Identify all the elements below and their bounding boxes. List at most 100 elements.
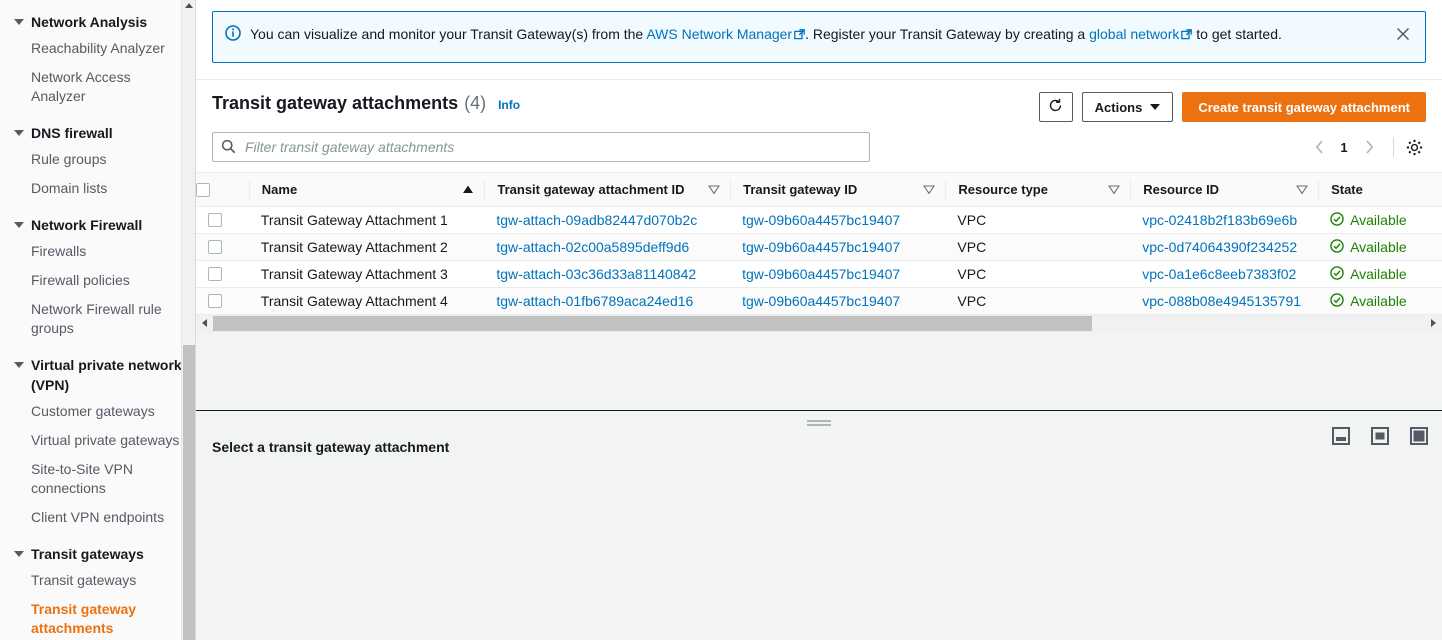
- actions-dropdown-button[interactable]: Actions: [1081, 92, 1174, 122]
- sidebar-group-transit-gateways[interactable]: Transit gateways: [0, 544, 196, 564]
- caret-down-icon: [14, 220, 24, 230]
- sidebar-item-label: Firewall policies: [31, 272, 130, 288]
- column-header-transit-gateway-id[interactable]: Transit gateway ID: [730, 172, 946, 207]
- horizontal-scroll-track[interactable]: [213, 315, 1425, 332]
- panel-bottom-icon[interactable]: [1332, 427, 1350, 445]
- sort-ascending-icon: [462, 182, 474, 197]
- column-header-attachment-id[interactable]: Transit gateway attachment ID: [484, 172, 731, 207]
- split-panel-layout-buttons: [1332, 427, 1428, 445]
- transit-gateway-attachments-panel: Transit gateway attachments (4) Info Act…: [196, 79, 1442, 410]
- info-link[interactable]: Info: [498, 94, 520, 116]
- cell-resource-type: VPC: [945, 287, 1131, 315]
- sidebar-item-virtual-private-gateways[interactable]: Virtual private gateways: [0, 426, 196, 455]
- sidebar-group-vpn[interactable]: Virtual private network (VPN): [0, 355, 196, 395]
- sidebar-group-network-analysis[interactable]: Network Analysis: [0, 12, 196, 32]
- select-all-header: [196, 172, 249, 207]
- table-row[interactable]: Transit Gateway Attachment 4 tgw-attach-…: [196, 287, 1442, 315]
- chevron-left-icon[interactable]: [1305, 133, 1333, 161]
- gear-icon[interactable]: [1402, 135, 1426, 159]
- attachment-id-link[interactable]: tgw-attach-09adb82447d070b2c: [496, 212, 697, 228]
- sidebar-item-firewalls[interactable]: Firewalls: [0, 237, 196, 266]
- column-header-resource-id[interactable]: Resource ID: [1130, 172, 1319, 207]
- status-badge: Available: [1350, 293, 1407, 309]
- sidebar-group-dns-firewall[interactable]: DNS firewall: [0, 123, 196, 143]
- transit-gateway-id-link[interactable]: tgw-09b60a4457bc19407: [742, 266, 900, 282]
- status-badge: Available: [1350, 266, 1407, 282]
- sidebar-item-reachability-analyzer[interactable]: Reachability Analyzer: [0, 34, 196, 63]
- attachment-id-link[interactable]: tgw-attach-03c36d33a81140842: [496, 266, 696, 282]
- cell-attachment-id: tgw-attach-03c36d33a81140842: [484, 260, 731, 288]
- sidebar-item-firewall-policies[interactable]: Firewall policies: [0, 266, 196, 295]
- sidebar-item-label: Transit gateway attachments: [31, 601, 137, 636]
- sort-icon: [708, 182, 721, 197]
- cell-resource-type: VPC: [945, 260, 1131, 288]
- sidebar-item-client-vpn-endpoints[interactable]: Client VPN endpoints: [0, 503, 196, 532]
- search-input[interactable]: [212, 132, 870, 162]
- cell-resource-type: VPC: [945, 206, 1131, 234]
- main-content: You can visualize and monitor your Trans…: [196, 0, 1442, 640]
- global-network-link[interactable]: global network: [1089, 26, 1179, 42]
- transit-gateway-id-link[interactable]: tgw-09b60a4457bc19407: [742, 212, 900, 228]
- row-checkbox[interactable]: [208, 267, 222, 281]
- table-body: Transit Gateway Attachment 1 tgw-attach-…: [196, 206, 1442, 315]
- pagination-divider: [1393, 137, 1394, 157]
- vpc-console-page: Network Analysis Reachability Analyzer N…: [0, 0, 1442, 640]
- split-panel-title: Select a transit gateway attachment: [212, 439, 450, 455]
- scroll-left-arrow-icon[interactable]: [196, 315, 213, 332]
- horizontal-scroll-thumb[interactable]: [213, 315, 1092, 331]
- row-checkbox[interactable]: [208, 240, 222, 254]
- sidebar-item-site-to-site-vpn-connections[interactable]: Site-to-Site VPN connections: [0, 455, 196, 503]
- cell-name: Transit Gateway Attachment 2: [248, 233, 485, 261]
- create-transit-gateway-attachment-button[interactable]: Create transit gateway attachment: [1182, 92, 1426, 122]
- sidebar-scrollbar[interactable]: [181, 0, 196, 640]
- resource-id-link[interactable]: vpc-02418b2f183b69e6b: [1142, 212, 1297, 228]
- resource-id-link[interactable]: vpc-0a1e6c8eeb7383f02: [1142, 266, 1296, 282]
- panel-side-icon[interactable]: [1371, 427, 1389, 445]
- scroll-right-arrow-icon[interactable]: [1425, 315, 1442, 332]
- sidebar-item-rule-groups[interactable]: Rule groups: [0, 145, 196, 174]
- panel-full-icon[interactable]: [1410, 427, 1428, 445]
- sidebar-item-label: Customer gateways: [31, 403, 155, 419]
- column-label: Resource type: [958, 182, 1048, 197]
- chevron-right-icon[interactable]: [1355, 133, 1383, 161]
- row-select-cell: [196, 233, 249, 261]
- sidebar-item-network-access-analyzer[interactable]: Network Access Analyzer: [0, 63, 196, 111]
- select-all-checkbox[interactable]: [196, 182, 210, 197]
- resource-id-link[interactable]: vpc-0d74064390f234252: [1142, 239, 1297, 255]
- column-header-name[interactable]: Name: [248, 172, 485, 207]
- page-number[interactable]: 1: [1333, 140, 1355, 155]
- split-panel-resize-handle[interactable]: [807, 419, 831, 427]
- aws-network-manager-link[interactable]: AWS Network Manager: [646, 26, 792, 42]
- sidebar-item-transit-gateways[interactable]: Transit gateways: [0, 566, 196, 595]
- attachment-id-link[interactable]: tgw-attach-02c00a5895deff9d6: [496, 239, 689, 255]
- panel-actions: Actions Create transit gateway attachmen…: [1038, 92, 1426, 122]
- sidebar-group-network-firewall[interactable]: Network Firewall: [0, 215, 196, 235]
- refresh-button[interactable]: [1038, 92, 1073, 122]
- scroll-up-arrow-icon[interactable]: [185, 3, 193, 8]
- resource-id-link[interactable]: vpc-088b08e4945135791: [1142, 293, 1301, 309]
- cell-resource-id: vpc-0a1e6c8eeb7383f02: [1130, 260, 1319, 288]
- status-badge: Available: [1350, 212, 1407, 228]
- transit-gateway-id-link[interactable]: tgw-09b60a4457bc19407: [742, 239, 900, 255]
- table-horizontal-scrollbar[interactable]: [196, 315, 1442, 332]
- table-row[interactable]: Transit Gateway Attachment 3 tgw-attach-…: [196, 260, 1442, 288]
- banner-text-2: . Register your Transit Gateway by creat…: [805, 26, 1090, 42]
- sidebar-item-domain-lists[interactable]: Domain lists: [0, 174, 196, 203]
- banner-message: You can visualize and monitor your Trans…: [250, 23, 1383, 45]
- row-checkbox[interactable]: [208, 294, 222, 308]
- table-row[interactable]: Transit Gateway Attachment 2 tgw-attach-…: [196, 233, 1442, 261]
- sidebar-item-label: Virtual private gateways: [31, 432, 180, 448]
- sidebar-item-customer-gateways[interactable]: Customer gateways: [0, 397, 196, 426]
- column-header-resource-type[interactable]: Resource type: [945, 172, 1131, 207]
- caret-down-icon: [14, 360, 24, 370]
- close-icon[interactable]: [1393, 24, 1413, 44]
- table-row[interactable]: Transit Gateway Attachment 1 tgw-attach-…: [196, 206, 1442, 234]
- sidebar-item-network-firewall-rule-groups[interactable]: Network Firewall rule groups: [0, 295, 196, 343]
- transit-gateway-id-link[interactable]: tgw-09b60a4457bc19407: [742, 293, 900, 309]
- sidebar-group-label: DNS firewall: [31, 125, 113, 141]
- row-checkbox[interactable]: [208, 213, 222, 227]
- attachment-id-link[interactable]: tgw-attach-01fb6789aca24ed16: [496, 293, 693, 309]
- column-header-state[interactable]: State: [1318, 172, 1442, 207]
- sidebar-group-label: Network Firewall: [31, 217, 143, 233]
- sidebar-item-transit-gateway-attachments[interactable]: Transit gateway attachments: [0, 595, 196, 640]
